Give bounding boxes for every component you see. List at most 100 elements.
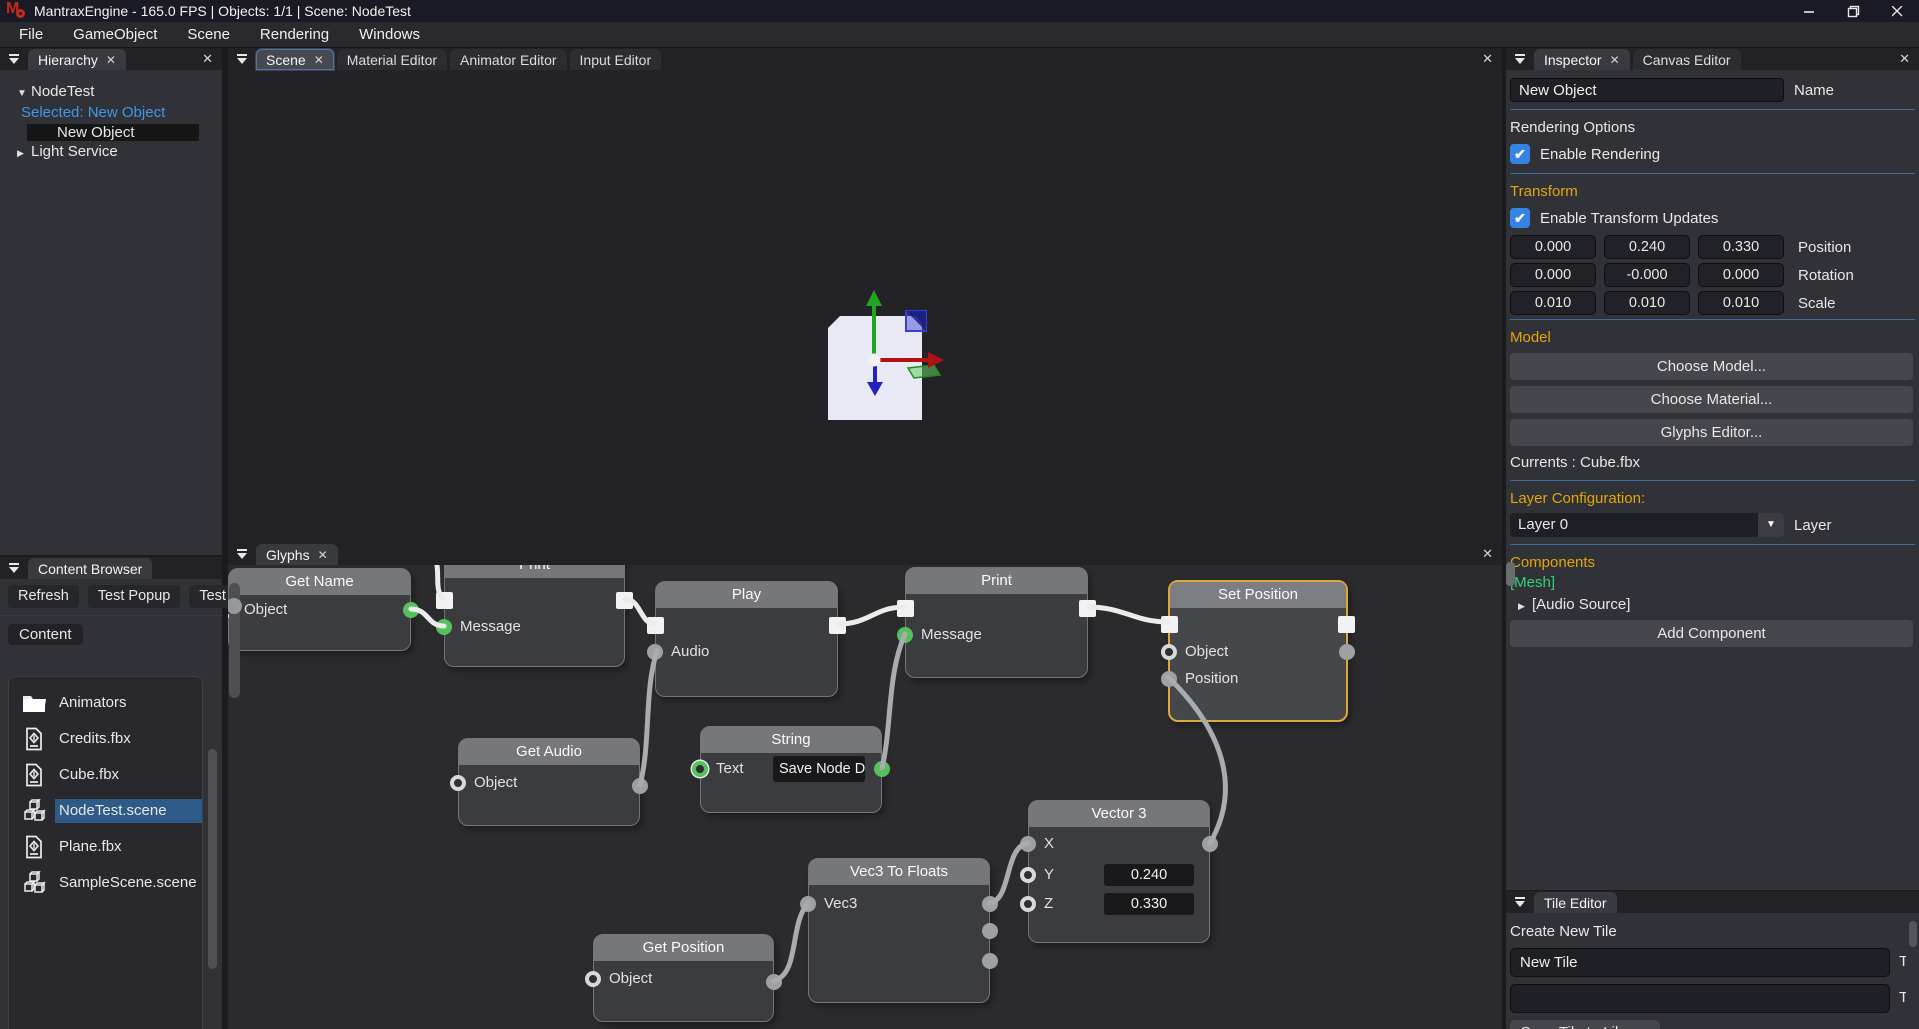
transform-value-field[interactable]: 0.010: [1698, 291, 1784, 315]
refresh-button[interactable]: Refresh: [8, 585, 79, 608]
data-pin-position[interactable]: [1161, 671, 1177, 687]
window-menu-icon[interactable]: [5, 559, 24, 578]
tab-inspector[interactable]: Inspector✕: [1534, 49, 1630, 70]
exec-pin-exec-in[interactable]: [436, 592, 453, 609]
collapse-arrow-icon[interactable]: ▶: [17, 144, 31, 163]
enable-rendering-checkbox[interactable]: ✔: [1510, 144, 1530, 164]
transform-value-field[interactable]: 0.330: [1698, 235, 1784, 259]
data-pin-out-y[interactable]: [982, 923, 998, 939]
file-item[interactable]: SampleScene.scene: [9, 865, 202, 901]
object-name-input[interactable]: [1510, 78, 1784, 102]
close-button[interactable]: [1875, 0, 1919, 22]
data-pin-object[interactable]: [450, 775, 466, 791]
transform-value-field[interactable]: 0.010: [1510, 291, 1596, 315]
data-pin-text[interactable]: [692, 761, 708, 777]
panel-close-icon[interactable]: ✕: [1482, 51, 1493, 67]
tab-glyphs[interactable]: Glyphs✕: [256, 544, 338, 565]
maximize-button[interactable]: [1831, 0, 1875, 22]
tab-input-editor[interactable]: Input Editor: [570, 49, 662, 70]
tab-content-browser[interactable]: Content Browser: [28, 558, 152, 579]
transform-value-field[interactable]: 0.000: [1510, 263, 1596, 287]
scrollbar-grip[interactable]: [208, 749, 217, 969]
data-pin-out[interactable]: [1339, 644, 1355, 660]
data-pin-object[interactable]: [1161, 644, 1177, 660]
tab-hierarchy[interactable]: Hierarchy✕: [28, 49, 126, 70]
content-browser-scrollbar[interactable]: [207, 679, 218, 1029]
data-pin-x[interactable]: [1020, 836, 1036, 852]
data-pin-out[interactable]: [632, 778, 648, 794]
tab-canvas-editor[interactable]: Canvas Editor: [1633, 49, 1741, 70]
exec-pin-exec-out[interactable]: [829, 617, 846, 634]
file-item[interactable]: Credits.fbx: [9, 721, 202, 757]
menu-file[interactable]: File: [4, 22, 58, 47]
transform-value-field[interactable]: -0.000: [1604, 263, 1690, 287]
tree-node-light-service[interactable]: ▶Light Service: [0, 142, 222, 163]
node-field-y[interactable]: 0.240: [1104, 864, 1194, 886]
transform-value-field[interactable]: 0.010: [1604, 291, 1690, 315]
dropdown-arrow-icon[interactable]: ▼: [1758, 513, 1784, 537]
tab-close-icon[interactable]: ✕: [318, 545, 328, 565]
node-title[interactable]: Get Name: [229, 569, 410, 595]
collapse-arrow-icon[interactable]: ▶: [1518, 596, 1532, 616]
exec-pin-exec-in[interactable]: [897, 600, 914, 617]
choose-material-button[interactable]: Choose Material...: [1510, 386, 1913, 413]
node-get-audio[interactable]: Get AudioObject: [458, 738, 640, 826]
data-pin-out-x[interactable]: [982, 896, 998, 912]
minimize-button[interactable]: [1787, 0, 1831, 22]
window-menu-icon[interactable]: [233, 545, 252, 564]
transform-value-field[interactable]: 0.000: [1510, 235, 1596, 259]
exec-pin-exec-in[interactable]: [647, 617, 664, 634]
scene-viewport[interactable]: [228, 70, 1502, 543]
menu-windows[interactable]: Windows: [344, 22, 435, 47]
file-item[interactable]: Cube.fbx: [9, 757, 202, 793]
exec-pin-exec-out[interactable]: [1338, 616, 1355, 633]
tree-node-child[interactable]: New Object: [27, 124, 199, 141]
tab-scene[interactable]: Scene✕: [256, 49, 334, 70]
node-play[interactable]: PlayAudio: [655, 581, 838, 697]
node-print-2[interactable]: PrintMessage: [905, 567, 1088, 678]
data-pin-message[interactable]: [436, 619, 452, 635]
window-menu-icon[interactable]: [1511, 893, 1530, 912]
data-pin-out[interactable]: [403, 602, 419, 618]
tab-close-icon[interactable]: ✕: [1610, 50, 1620, 70]
panel-close-icon[interactable]: ✕: [202, 51, 213, 67]
exec-pin-exec-in[interactable]: [1161, 616, 1178, 633]
glyphs-editor-button[interactable]: Glyphs Editor...: [1510, 419, 1913, 446]
file-item[interactable]: Animators: [9, 685, 202, 721]
data-pin-message[interactable]: [897, 627, 913, 643]
node-field-text[interactable]: Save Node Da: [773, 756, 865, 782]
data-pin-out-z[interactable]: [982, 953, 998, 969]
data-pin-z[interactable]: [1020, 896, 1036, 912]
data-pin-audio[interactable]: [647, 644, 663, 660]
tab-tile-editor[interactable]: Tile Editor: [1534, 892, 1617, 913]
node-field-z[interactable]: 0.330: [1104, 893, 1194, 915]
choose-model-button[interactable]: Choose Model...: [1510, 353, 1913, 380]
node-vector-3[interactable]: Vector 3XYZ0.2400.330: [1028, 800, 1210, 943]
node-set-position[interactable]: Set PositionObjectPosition: [1168, 580, 1348, 722]
data-pin-object[interactable]: [585, 971, 601, 987]
content-path-button[interactable]: Content: [8, 624, 83, 645]
panel-splitter-grip[interactable]: [1506, 562, 1515, 586]
data-pin-out[interactable]: [1202, 836, 1218, 852]
exec-pin-exec-out[interactable]: [616, 592, 633, 609]
data-pin-vec3[interactable]: [800, 896, 816, 912]
data-pin-out[interactable]: [874, 761, 890, 777]
panel-close-icon[interactable]: ✕: [1899, 51, 1910, 67]
node-get-position[interactable]: Get PositionObject: [593, 934, 774, 1022]
window-menu-icon[interactable]: [5, 50, 24, 69]
transform-value-field[interactable]: 0.000: [1698, 263, 1784, 287]
node-get-name[interactable]: Get NameObject: [228, 568, 411, 651]
node-title[interactable]: Play: [656, 582, 837, 608]
menu-rendering[interactable]: Rendering: [245, 22, 344, 47]
tab-close-icon[interactable]: ✕: [314, 50, 324, 70]
file-item[interactable]: NodeTest.scene: [9, 793, 202, 829]
file-item[interactable]: Plane.fbx: [9, 829, 202, 865]
tab-close-icon[interactable]: ✕: [106, 50, 116, 70]
data-pin-y[interactable]: [1020, 867, 1036, 883]
layer-dropdown[interactable]: Layer 0 ▼: [1510, 513, 1784, 537]
node-title[interactable]: Get Audio: [459, 739, 639, 765]
node-title[interactable]: Set Position: [1170, 582, 1346, 608]
save-tile-button[interactable]: Save Tile to Library: [1510, 1020, 1660, 1029]
tile-editor-scrollbar-grip[interactable]: [1909, 921, 1917, 947]
expand-arrow-icon[interactable]: ▼: [17, 84, 31, 103]
